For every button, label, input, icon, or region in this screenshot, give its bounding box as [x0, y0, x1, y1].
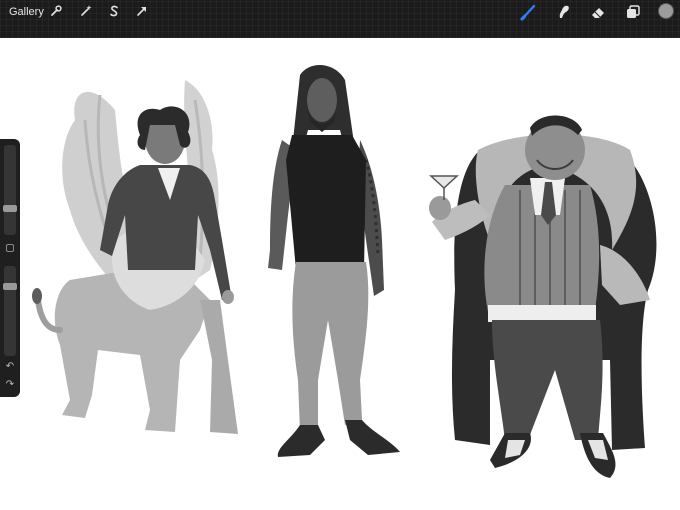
tall-man-figure — [268, 64, 400, 457]
gallery-button[interactable]: Gallery — [9, 5, 44, 19]
drawing-canvas[interactable] — [20, 38, 680, 510]
redo-icon[interactable]: ↷ — [3, 379, 17, 391]
top-toolbar: Gallery — [0, 0, 680, 38]
selection-s-icon[interactable] — [105, 2, 123, 20]
opacity-knob[interactable] — [3, 283, 17, 290]
eraser-icon[interactable] — [588, 2, 608, 22]
undo-icon[interactable]: ↶ — [3, 361, 17, 373]
modify-square-icon[interactable] — [6, 244, 14, 252]
fur-coat-man-figure — [429, 115, 657, 478]
opacity-slider[interactable] — [3, 266, 17, 356]
layers-icon[interactable] — [623, 2, 643, 22]
brush-size-slider[interactable] — [3, 145, 17, 235]
left-sidebar: ↶ ↷ — [0, 139, 20, 397]
transform-arrow-icon[interactable] — [133, 2, 151, 20]
wrench-icon[interactable] — [47, 2, 65, 20]
winged-sphinx-figure — [32, 80, 238, 434]
brush-size-knob[interactable] — [3, 205, 17, 212]
current-color-swatch[interactable] — [658, 3, 674, 19]
magic-wand-icon[interactable] — [77, 2, 95, 20]
smudge-icon[interactable] — [554, 2, 574, 22]
brush-icon[interactable] — [519, 2, 539, 22]
